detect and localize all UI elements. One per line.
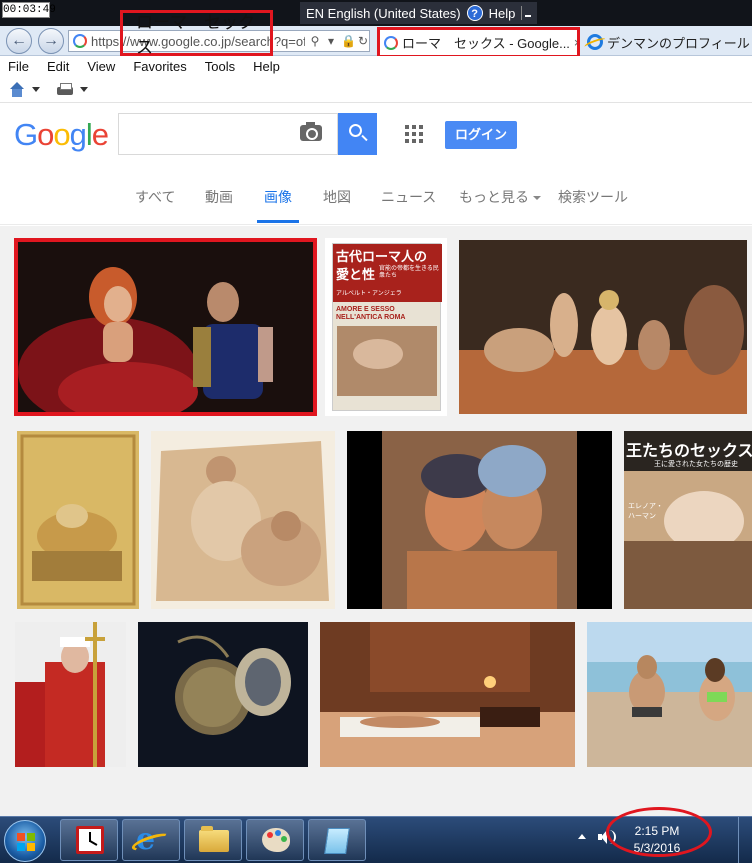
- tab-more[interactable]: もっと見る: [459, 187, 541, 207]
- notepad-icon: [324, 828, 350, 854]
- book-title: 古代ローマ人の: [336, 249, 428, 264]
- recording-timer: 00:03:49: [2, 2, 56, 18]
- tab-search-tools[interactable]: 検索ツール: [558, 187, 628, 207]
- book-author: エレノア・ハーマン: [628, 503, 663, 520]
- image-results: 古代ローマ人の 愛と性 官能の帝都を生きる民衆たち アルベルト・アンジェラ AM…: [0, 226, 752, 816]
- back-button[interactable]: ←: [6, 28, 32, 54]
- active-tab-indicator: [257, 220, 299, 223]
- show-desktop-button[interactable]: [738, 817, 752, 863]
- apps-grid-icon[interactable]: [405, 125, 423, 143]
- menu-bar: File Edit View Favorites Tools Help: [0, 56, 752, 77]
- taskbar-paint[interactable]: [246, 819, 304, 861]
- book-subtitle: 王に愛された女たちの歴史: [654, 461, 738, 468]
- more-caret-icon: [533, 196, 541, 201]
- tab-profile[interactable]: デンマンのプロフィール De: [583, 29, 752, 55]
- lock-icon[interactable]: 🔒: [341, 34, 356, 48]
- book-cover-text: AMORE E SESSO NELL'ANTICA ROMA: [336, 306, 406, 321]
- command-bar: [0, 77, 752, 103]
- top-toolbar: 00:03:49 EN English (United States) ? He…: [0, 0, 752, 26]
- image-result[interactable]: [138, 622, 308, 767]
- image-result-book[interactable]: 王たちのセックス 王に愛された女たちの歴史 エレノア・ハーマン: [624, 431, 752, 609]
- taskbar-notepad[interactable]: [308, 819, 366, 861]
- image-result[interactable]: [459, 240, 747, 414]
- image-result[interactable]: [347, 431, 612, 609]
- image-result[interactable]: [15, 622, 126, 767]
- tab-news[interactable]: ニュース: [381, 187, 436, 207]
- taskbar-internet-explorer[interactable]: e: [122, 819, 180, 861]
- logo-letter: o: [37, 117, 54, 152]
- image-result[interactable]: [151, 431, 335, 609]
- book-title: 王たちのセックス: [626, 443, 752, 460]
- refresh-icon[interactable]: ↻: [357, 34, 369, 48]
- start-button[interactable]: [4, 820, 46, 862]
- taskbar-file-explorer[interactable]: [184, 819, 242, 861]
- tab-maps[interactable]: 地図: [323, 187, 351, 207]
- folder-icon: [199, 826, 229, 852]
- logo-letter: o: [53, 117, 70, 152]
- ie-favicon-icon: [587, 34, 603, 50]
- logo-letter: G: [14, 117, 38, 152]
- forward-button[interactable]: →: [38, 28, 64, 54]
- tab-all[interactable]: すべて: [135, 187, 175, 207]
- image-result[interactable]: [17, 431, 139, 609]
- image-result[interactable]: [14, 238, 317, 416]
- help-icon[interactable]: ?: [466, 5, 483, 21]
- tab-title[interactable]: ローマ セックス - Google...: [402, 33, 570, 52]
- tab-active-search[interactable]: ローマ セックス - Google... ×: [377, 27, 580, 58]
- language-bar[interactable]: EN English (United States) ? Help: [300, 2, 538, 24]
- taskbar-clock-app[interactable]: [60, 819, 118, 861]
- minimize-icon[interactable]: [521, 6, 532, 20]
- search-tabs: すべて 動画 画像 地図 ニュース もっと見る 検索ツール: [0, 165, 752, 225]
- google-favicon-icon: [73, 34, 87, 48]
- menu-view[interactable]: View: [87, 59, 115, 74]
- clock-highlight-annotation: [606, 807, 712, 857]
- image-result[interactable]: [587, 622, 752, 767]
- camera-icon[interactable]: [300, 122, 322, 141]
- google-logo[interactable]: Google: [14, 117, 109, 153]
- search-input[interactable]: ローマ セックス: [120, 10, 273, 57]
- menu-edit[interactable]: Edit: [47, 59, 69, 74]
- language-label[interactable]: EN English (United States): [306, 6, 461, 21]
- image-result[interactable]: [320, 622, 575, 767]
- search-icon: [349, 124, 362, 137]
- image-result-book[interactable]: 古代ローマ人の 愛と性 官能の帝都を生きる民衆たち アルベルト・アンジェラ AM…: [325, 238, 447, 416]
- tab-videos[interactable]: 動画: [205, 187, 233, 207]
- google-favicon-icon: [384, 35, 398, 50]
- logo-letter: e: [91, 117, 109, 152]
- search-dropdown-icon[interactable]: ⚲: [309, 34, 321, 48]
- print-icon[interactable]: [56, 82, 74, 98]
- menu-tools[interactable]: Tools: [205, 59, 235, 74]
- google-header: Google ログイン: [0, 103, 752, 165]
- tab-images[interactable]: 画像: [264, 187, 292, 207]
- dropdown-icon[interactable]: ▾: [325, 34, 337, 48]
- home-icon[interactable]: [8, 81, 26, 98]
- close-tab-icon[interactable]: ×: [574, 35, 577, 50]
- search-button[interactable]: [338, 113, 377, 155]
- menu-file[interactable]: File: [8, 59, 29, 74]
- book-subtitle: 官能の帝都を生きる民衆たち: [379, 266, 439, 279]
- show-hidden-icons-icon[interactable]: [578, 834, 586, 839]
- menu-help[interactable]: Help: [253, 59, 280, 74]
- clock-app-icon: [76, 826, 104, 854]
- book-author: アルベルト・アンジェラ: [336, 291, 402, 297]
- menu-favorites[interactable]: Favorites: [133, 59, 186, 74]
- tab-title[interactable]: デンマンのプロフィール De: [607, 33, 752, 52]
- home-dropdown-icon[interactable]: [32, 87, 40, 92]
- tab-more-label[interactable]: もっと見る: [459, 189, 529, 205]
- help-label[interactable]: Help: [489, 6, 516, 21]
- login-button[interactable]: ログイン: [445, 121, 517, 149]
- windows-logo-icon: [17, 833, 35, 851]
- print-dropdown-icon[interactable]: [80, 87, 88, 92]
- logo-letter: g: [69, 117, 87, 152]
